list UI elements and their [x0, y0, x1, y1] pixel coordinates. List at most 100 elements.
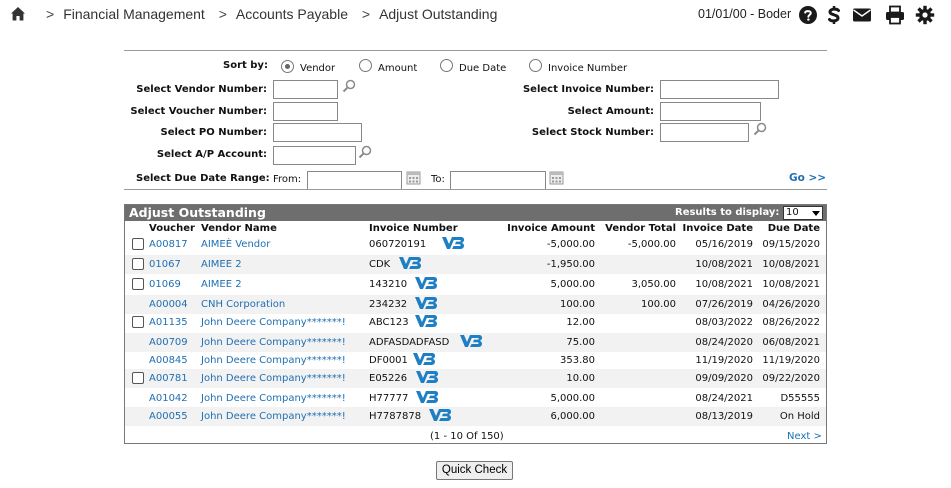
invoice-number-cell: ADFASDADFASD	[369, 337, 450, 348]
s-dollar-icon[interactable]	[824, 5, 844, 25]
table-row[interactable]: A00055 John Deere Company*******! H7787878…	[125, 407, 826, 426]
vendor-number-input[interactable]	[273, 80, 338, 99]
vendor-name-link[interactable]: John Deere Company*******!	[201, 411, 346, 422]
vb-icon[interactable]	[459, 334, 483, 348]
due-date-cell: 04/26/2020	[762, 299, 820, 310]
breadcrumb: > Financial Management > Accounts Payable …	[46, 6, 507, 22]
help-icon[interactable]	[798, 5, 818, 25]
due-date-range-label: Select Due Date Range:	[136, 173, 270, 184]
vb-icon[interactable]	[398, 256, 422, 270]
po-number-input[interactable]	[273, 123, 362, 142]
vb-icon[interactable]	[414, 314, 438, 328]
vendor-name-link[interactable]: John Deere Company*******!	[201, 393, 346, 404]
mail-icon[interactable]	[852, 5, 872, 25]
quick-check-button[interactable]: Quick Check	[436, 461, 513, 480]
table-row[interactable]: A00845 John Deere Company*******! DF0001 35…	[125, 351, 826, 370]
voucher-link[interactable]: A00709	[149, 337, 188, 348]
vendor-lookup-icon[interactable]	[342, 79, 356, 93]
voucher-link[interactable]: A00817	[149, 239, 188, 250]
column-header-invoice-date: Invoice Date	[682, 223, 753, 234]
table-row[interactable]: A01042 John Deere Company*******! H77777 5,…	[125, 389, 826, 408]
table-row[interactable]: A00004 CNH Corporation 234232 100.00 100.00 0…	[125, 295, 826, 314]
calendar-icon[interactable]	[549, 170, 564, 185]
results-title: Adjust Outstanding	[129, 205, 266, 220]
table-row[interactable]: 01067 AIMEE 2 CDK -1,950.00 10/08/2021 10/08/…	[125, 255, 826, 274]
due-date-to-input[interactable]	[450, 171, 546, 190]
ap-account-input[interactable]	[273, 146, 356, 165]
voucher-link[interactable]: A01042	[149, 393, 188, 404]
table-row[interactable]: A00709 John Deere Company*******! ADFASDAD…	[125, 333, 826, 352]
vendor-name-link[interactable]: CNH Corporation	[201, 299, 285, 310]
calendar-icon[interactable]	[406, 170, 421, 185]
stock-lookup-icon[interactable]	[753, 122, 767, 136]
sort-by-label: Sort by:	[223, 60, 268, 71]
vb-icon[interactable]	[414, 296, 438, 310]
vendor-name-link[interactable]: John Deere Company*******!	[201, 373, 346, 384]
invoice-date-cell: 08/03/2022	[695, 317, 753, 328]
invoice-date-cell: 07/26/2019	[695, 299, 753, 310]
voucher-link[interactable]: A00845	[149, 355, 188, 366]
results-panel: Adjust Outstanding Results to display: 1…	[124, 204, 827, 444]
table-row[interactable]: A01135 John Deere Company*******! ABC123 12…	[125, 313, 826, 332]
row-select-checkbox[interactable]	[132, 258, 144, 270]
invoice-date-cell: 10/08/2021	[695, 259, 753, 270]
table-row[interactable]: A00817 AIMEÈ Vendor 060720191 -5,000.00 -5,0…	[125, 235, 826, 254]
sort-invoice-number-label: Invoice Number	[548, 63, 628, 74]
voucher-link[interactable]: A00781	[149, 373, 188, 384]
vendor-name-link[interactable]: John Deere Company*******!	[201, 337, 346, 348]
stock-number-input[interactable]	[660, 123, 749, 142]
breadcrumb-adjust-outstanding: Adjust Outstanding	[379, 6, 498, 22]
go-link[interactable]: Go >>	[789, 172, 826, 184]
voucher-link[interactable]: A00004	[149, 299, 188, 310]
vb-icon[interactable]	[441, 236, 465, 250]
home-icon[interactable]	[10, 6, 26, 22]
voucher-link[interactable]: 01069	[149, 279, 181, 290]
row-select-checkbox[interactable]	[132, 278, 144, 290]
due-date-from-input[interactable]	[307, 171, 402, 190]
vendor-name-link[interactable]: AIMEE 2	[201, 279, 242, 290]
sort-amount-label: Amount	[378, 63, 418, 74]
vb-icon[interactable]	[414, 276, 438, 290]
vb-icon[interactable]	[415, 370, 439, 384]
table-row[interactable]: A00781 John Deere Company*******! E05226 10…	[125, 369, 826, 388]
breadcrumb-separator: >	[218, 6, 227, 22]
next-page-link[interactable]: Next >	[787, 431, 822, 442]
gear-icon[interactable]	[915, 5, 935, 25]
breadcrumb-accounts-payable[interactable]: Accounts Payable	[236, 6, 348, 22]
row-select-checkbox[interactable]	[132, 372, 144, 384]
sort-due-date-radio[interactable]	[440, 59, 453, 72]
voucher-link[interactable]: A01135	[149, 317, 188, 328]
invoice-number-cell: 234232	[369, 299, 408, 310]
vendor-name-link[interactable]: John Deere Company*******!	[201, 355, 346, 366]
invoice-number-cell: E05226	[369, 373, 408, 384]
due-date-cell: 08/26/2022	[762, 317, 820, 328]
print-icon[interactable]	[885, 5, 905, 25]
vendor-number-label: Select Vendor Number:	[136, 84, 267, 95]
sort-due-date-label: Due Date	[459, 63, 507, 74]
sort-amount-radio[interactable]	[359, 59, 372, 72]
vb-icon[interactable]	[412, 352, 436, 366]
results-to-display-select[interactable]: 10	[783, 206, 823, 220]
row-select-checkbox[interactable]	[132, 316, 144, 328]
sort-invoice-number-radio[interactable]	[529, 59, 542, 72]
voucher-link[interactable]: 01067	[149, 259, 181, 270]
table-row[interactable]: 01069 AIMEE 2 143210 5,000.00 3,050.00 10/08/…	[125, 275, 826, 294]
column-header-vendor-name: Vendor Name	[201, 223, 277, 234]
invoice-date-cell: 05/16/2019	[695, 239, 753, 250]
vendor-name-link[interactable]: AIMEÈ Vendor	[201, 239, 270, 250]
breadcrumb-financial-management[interactable]: Financial Management	[63, 6, 205, 22]
voucher-number-input[interactable]	[273, 102, 338, 121]
amount-input[interactable]	[660, 102, 761, 121]
ap-account-lookup-icon[interactable]	[358, 145, 372, 159]
vendor-name-link[interactable]: AIMEE 2	[201, 259, 242, 270]
sort-vendor-label: Vendor	[300, 63, 336, 74]
vb-icon[interactable]	[428, 408, 452, 422]
vb-icon[interactable]	[415, 390, 439, 404]
voucher-link[interactable]: A00055	[149, 411, 188, 422]
vendor-name-link[interactable]: John Deere Company*******!	[201, 317, 346, 328]
row-select-checkbox[interactable]	[132, 238, 144, 250]
invoice-number-input[interactable]	[660, 80, 779, 99]
sort-vendor-radio[interactable]	[281, 60, 294, 73]
po-number-label: Select PO Number:	[160, 127, 267, 138]
results-to-display-label: Results to display:	[675, 207, 780, 218]
